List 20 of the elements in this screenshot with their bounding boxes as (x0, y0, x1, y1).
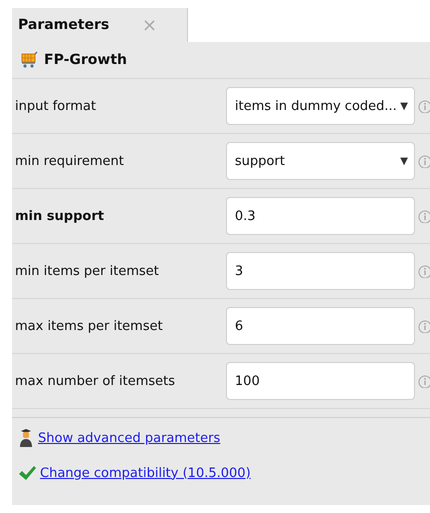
dropdown[interactable]: support ▼ (226, 142, 415, 180)
parameter-label: min support (14, 208, 105, 224)
parameter-label: max number of itemsets (14, 374, 176, 388)
operator-name: FP-Growth (44, 52, 127, 68)
parameter-label: input format (14, 98, 97, 114)
input-field[interactable]: 100 (226, 362, 415, 400)
parameters-tab[interactable]: Parameters × (12, 8, 188, 42)
link[interactable]: Show advanced parameters (38, 430, 220, 446)
dropdown[interactable]: items in dummy coded... ▼ (226, 87, 415, 125)
link[interactable]: Change compatibility (10.5.000) (40, 466, 251, 480)
tab-title: Parameters (18, 17, 110, 33)
parameter-label: min requirement (14, 154, 125, 168)
input-field[interactable]: 0.3 (226, 197, 415, 235)
parameter-label: max items per itemset (14, 318, 164, 334)
input-field[interactable]: 6 (226, 307, 415, 345)
cart-icon (20, 51, 38, 69)
checkmark-icon (18, 465, 36, 481)
input-field[interactable]: 3 (226, 252, 415, 290)
parameter-label: min items per itemset (14, 264, 160, 278)
person-icon (18, 428, 34, 448)
